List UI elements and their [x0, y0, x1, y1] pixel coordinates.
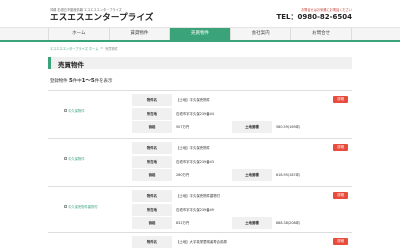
listing-card: 平久保物件 物件名 【土地】平久保売物件 詳細 所在地 石垣市字平久保239番4… — [48, 138, 352, 184]
row-location: 所在地 石垣市字平久保239番44 — [132, 107, 352, 120]
breadcrumb-current: 売買物件 — [105, 47, 118, 51]
listing-card: 物件名 【土地】大字真栄里嘴者寿合前原 詳細 — [48, 232, 352, 250]
value-location: 石垣市字平久保239番43 — [176, 159, 214, 164]
phone-number[interactable]: TEL：0980-82-6504 — [276, 12, 352, 22]
value-name: 【土地】平久保売物件 — [176, 146, 210, 150]
label-name: 物件名 — [132, 142, 172, 154]
count-mid: 件中 — [72, 79, 82, 84]
detail-button[interactable]: 詳細 — [333, 192, 348, 199]
label-location: 所在地 — [132, 107, 172, 120]
nav-item-company[interactable]: 会社案内 — [229, 28, 291, 40]
label-location: 所在地 — [132, 203, 172, 216]
row-price: 価格 507万円 土地面積 580.59(169坪) — [132, 121, 352, 133]
label-land-area: 土地面積 — [232, 169, 272, 181]
count-prefix: 登録物件 — [50, 79, 68, 84]
image-icon — [64, 205, 67, 208]
row-name: 物件名 【土地】平久保売物件建物付 詳細 — [132, 190, 352, 202]
site-header: 沖縄 石垣島不動産情報 エスエスエンタープライズ エスエスエンタープライズ お問… — [0, 0, 400, 27]
listing-card: 平久保売物件建物付 物件名 【土地】平久保売物件建物付 詳細 所在地 石垣市字平… — [48, 186, 352, 232]
label-land-area: 土地面積 — [232, 217, 272, 229]
value-price: 260万円 — [176, 173, 190, 177]
listing-details: 物件名 【土地】大字真栄里嘴者寿合前原 詳細 — [132, 236, 352, 250]
value-location: 石垣市字平久保239番44 — [176, 111, 214, 116]
count-suffix: 件を表示 — [94, 79, 113, 84]
label-price: 価格 — [132, 217, 172, 229]
listing-details: 物件名 【土地】平久保売物件建物付 詳細 所在地 石垣市字平久保239番49 価… — [132, 190, 352, 231]
breadcrumb-separator: > — [100, 46, 104, 50]
row-name: 物件名 【土地】大字真栄里嘴者寿合前原 詳細 — [132, 236, 352, 248]
detail-button[interactable]: 詳細 — [333, 96, 348, 103]
page-heading: 売買物件 — [48, 57, 352, 69]
label-land-area: 土地面積 — [232, 121, 272, 133]
page: 沖縄 石垣島不動産情報 エスエスエンタープライズ エスエスエンタープライズ お問… — [0, 0, 400, 250]
listing-card: 平久保物件 物件名 【土地】平久保売物件 詳細 所在地 石垣市字平久保239番4… — [48, 90, 352, 136]
result-count: 登録物件 5件中1〜5件を表示 — [50, 76, 112, 84]
listing-thumbnail[interactable]: 平久保物件 — [64, 156, 84, 161]
label-name: 物件名 — [132, 190, 172, 202]
value-name: 【土地】大字真栄里嘴者寿合前原 — [176, 240, 227, 244]
value-name: 【土地】平久保売物件 — [176, 98, 210, 102]
site-logo[interactable]: エスエスエンタープライズ — [50, 11, 154, 23]
value-location: 石垣市字平久保239番49 — [176, 207, 214, 212]
label-name: 物件名 — [132, 94, 172, 106]
listing-details: 物件名 【土地】平久保売物件 詳細 所在地 石垣市字平久保239番43 価格 2… — [132, 142, 352, 183]
detail-button[interactable]: 詳細 — [333, 238, 348, 245]
listing-thumbnail[interactable]: 平久保売物件建物付 — [64, 204, 98, 209]
listing-thumbnail[interactable]: 平久保物件 — [64, 108, 84, 113]
label-name: 物件名 — [132, 236, 172, 248]
label-price: 価格 — [132, 169, 172, 181]
label-location: 所在地 — [132, 155, 172, 168]
value-land-area: 580.59(169坪) — [276, 125, 301, 129]
label-price: 価格 — [132, 121, 172, 133]
row-location: 所在地 石垣市字平久保239番43 — [132, 155, 352, 168]
row-name: 物件名 【土地】平久保売物件 詳細 — [132, 94, 352, 106]
value-land-area: 618.95(187坪) — [276, 173, 301, 177]
value-price: 507万円 — [176, 125, 190, 129]
row-name: 物件名 【土地】平久保売物件 詳細 — [132, 142, 352, 154]
thumbnail-alt: 平久保売物件建物付 — [68, 205, 98, 209]
row-price: 価格 260万円 土地面積 618.95(187坪) — [132, 169, 352, 181]
thumbnail-alt: 平久保物件 — [68, 157, 85, 161]
nav-underline — [0, 40, 400, 42]
value-land-area: 688.38(208坪) — [276, 221, 301, 225]
nav-item-sale[interactable]: 売買物件 — [169, 28, 230, 40]
page-title: 売買物件 — [58, 60, 84, 69]
image-icon — [64, 109, 67, 112]
main-nav-items: ホーム 賃貸物件 売買物件 会社案内 お問合せ — [48, 28, 352, 40]
nav-item-home[interactable]: ホーム — [48, 28, 109, 40]
value-name: 【土地】平久保売物件建物付 — [176, 194, 221, 198]
breadcrumb-home[interactable]: エスエスエンタープライズ ホーム — [50, 46, 98, 51]
thumbnail-alt: 平久保物件 — [68, 109, 85, 113]
nav-item-rental[interactable]: 賃貸物件 — [108, 28, 170, 40]
value-price: 832万円 — [176, 221, 190, 225]
image-icon — [64, 157, 67, 160]
main-nav: ホーム 賃貸物件 売買物件 会社案内 お問合せ — [0, 27, 400, 41]
nav-item-contact[interactable]: お問合せ — [290, 28, 352, 40]
row-location: 所在地 石垣市字平久保239番49 — [132, 203, 352, 216]
detail-button[interactable]: 詳細 — [333, 144, 348, 151]
breadcrumb: エスエスエンタープライズ ホーム > 売買物件 — [50, 46, 118, 51]
count-range: 1〜5 — [81, 78, 95, 84]
row-price: 価格 832万円 土地面積 688.38(208坪) — [132, 217, 352, 229]
listing-details: 物件名 【土地】平久保売物件 詳細 所在地 石垣市字平久保239番44 価格 5… — [132, 94, 352, 135]
